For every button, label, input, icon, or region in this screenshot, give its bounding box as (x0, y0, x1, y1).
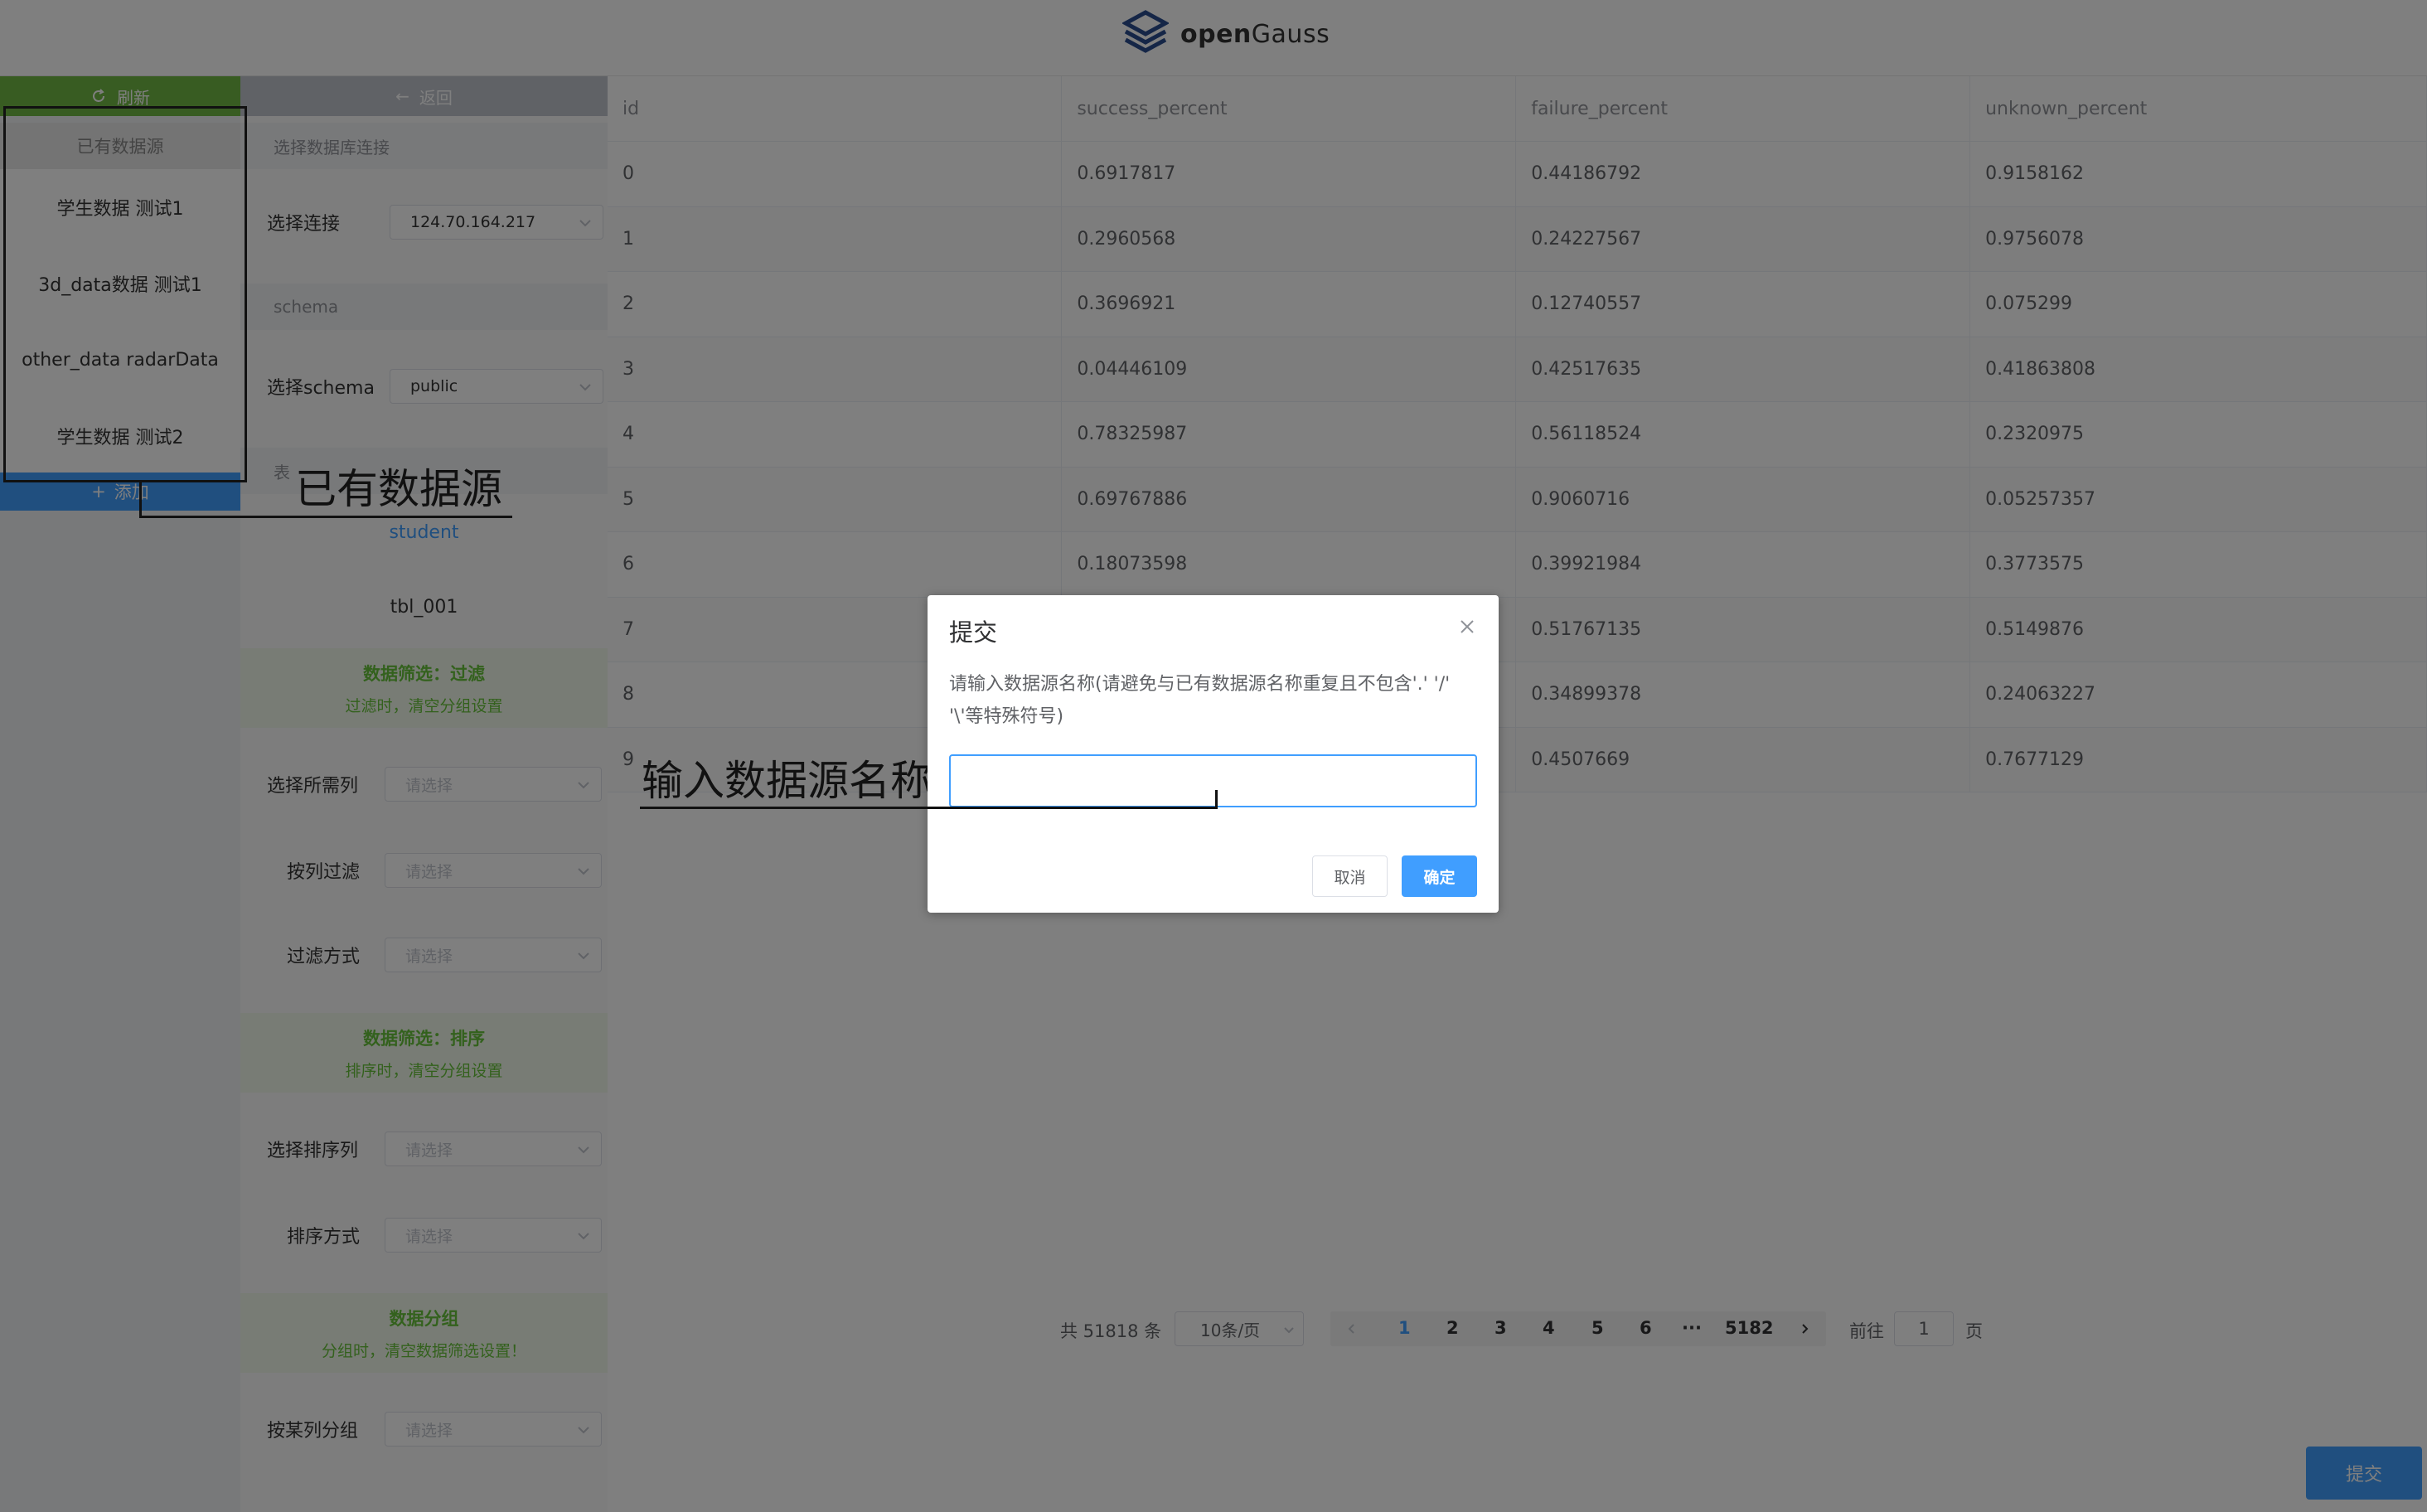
annotation-box (3, 106, 247, 482)
annotation-datasource: 已有数据源 (295, 465, 502, 513)
annotation-connector (1215, 790, 1218, 809)
submit-dialog: 提交 请输入数据源名称(请避免与已有数据源名称重复且不包含'.' '/' '\'… (928, 595, 1499, 913)
cancel-button[interactable]: 取消 (1312, 855, 1388, 897)
datasource-name-input[interactable] (949, 754, 1477, 807)
annotation-input: 输入数据源名称 (642, 757, 932, 805)
dialog-message: 请输入数据源名称(请避免与已有数据源名称重复且不包含'.' '/' '\'等特殊… (949, 674, 1451, 727)
dialog-title: 提交 (949, 618, 998, 647)
annotation-connector (139, 482, 142, 517)
annotation-underline (640, 807, 1217, 809)
annotation-underline (139, 516, 512, 518)
close-icon[interactable] (1457, 617, 1477, 637)
confirm-button[interactable]: 确定 (1402, 855, 1477, 897)
